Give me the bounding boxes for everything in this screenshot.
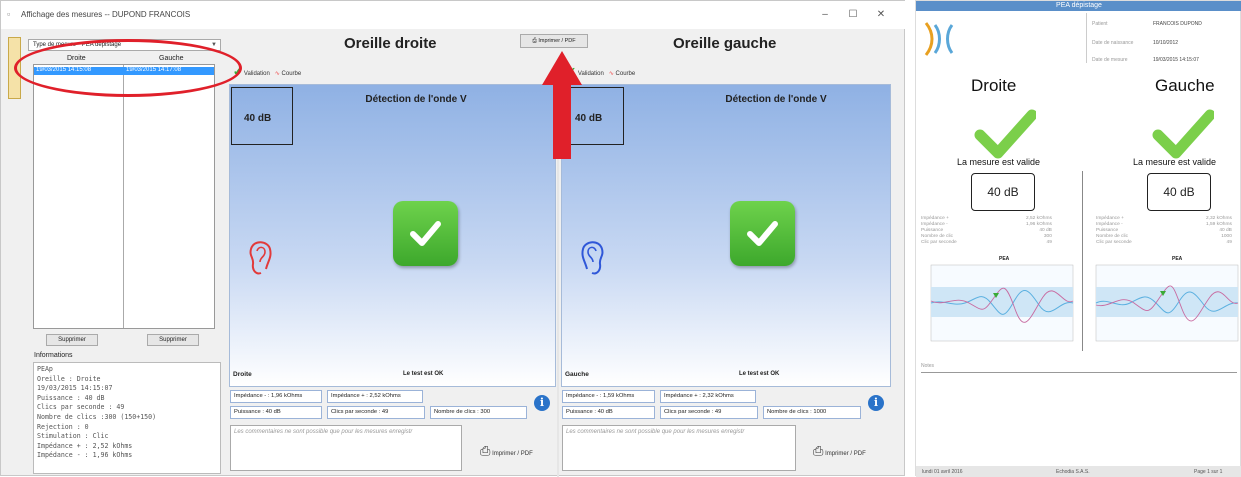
report-right-check-icon [974, 109, 1036, 159]
right-clicks-count-field: Nombre de clics : 300 [430, 406, 527, 419]
left-power-field: Puissance : 40 dB [562, 406, 655, 419]
report-left-valid: La mesure est valide [1133, 157, 1217, 167]
report-footer: lundi 01 avril 2016 Echodia S.A.S. Page … [916, 466, 1241, 477]
delete-left-button[interactable]: Supprimer [147, 334, 199, 346]
left-side-label: Gauche [565, 371, 589, 378]
report-right-stat-values: 2,52 kOhms 1,96 kOhms 40 dB 300 49 [1026, 216, 1052, 245]
printer-icon: ⎙ [532, 38, 537, 44]
measure-date-value: 19/03/2015 14:15:07 [1153, 57, 1199, 63]
report-footer-company: Echodia S.A.S. [1056, 469, 1090, 475]
report-footer-page: Page 1 sur 1 [1194, 469, 1223, 475]
right-ear-tabs: ✓ Validation ∿ Courbe [233, 65, 301, 78]
right-impedance-minus-field: Impédance - : 1,96 kOhms [230, 390, 322, 403]
report-notes-line [921, 372, 1237, 373]
tab-curve-right-label: Courbe [281, 71, 302, 77]
tab-validation-right-label: Validation [243, 71, 270, 77]
patient-value: FRANCOIS DUPOND [1153, 21, 1202, 27]
right-clicks-per-sec-field: Clics par seconde : 49 [327, 406, 425, 419]
left-comment-field[interactable]: Les commentaires ne sont possible que po… [562, 425, 796, 471]
report-left-check-icon [1152, 109, 1214, 159]
printer-icon: ⎙ [813, 443, 824, 458]
app-icon: ▫ [7, 9, 11, 19]
report-right-curve-chart [930, 264, 1074, 342]
top-print-button[interactable]: ⎙ Imprimer / PDF [520, 34, 588, 48]
right-db-box: 40 dB [231, 87, 293, 145]
maximize-button[interactable]: ☐ [839, 7, 867, 23]
report-left-curve-chart [1095, 264, 1239, 342]
report-left-stat-labels: Impédance + Impédance - Puissance Nombre… [1096, 216, 1132, 245]
report-left-db-box: 40 dB [1147, 173, 1211, 211]
right-info-icon[interactable]: i [534, 395, 550, 411]
left-ear-title: Oreille gauche [673, 35, 777, 52]
report-notes-label: Notes [921, 363, 935, 369]
chevron-down-icon: ▼ [211, 42, 217, 48]
birth-label: Date de naissance [1092, 40, 1134, 46]
tab-curve-right[interactable]: ∿ Courbe [275, 71, 301, 77]
tab-curve-left-label: Courbe [615, 71, 636, 77]
report-left-chart-title: PEA [1172, 256, 1183, 262]
report-right-label: Droite [971, 76, 1017, 95]
report-right-db-box: 40 dB [971, 173, 1035, 211]
right-ear-title: Oreille droite [344, 35, 437, 52]
report-left-stat-values: 2,32 kOhms 1,59 kOhms 40 dB 1000 49 [1206, 216, 1232, 245]
list-column-divider [123, 65, 124, 328]
right-ear-icon [249, 241, 272, 275]
info-label: Informations [34, 352, 73, 359]
right-impedance-plus-field: Impédance + : 2,52 kOhms [327, 390, 423, 403]
info-text: PEAp Oreille : Droite 19/03/2015 14:15:0… [33, 362, 221, 474]
tab-curve-left[interactable]: ∿ Courbe [609, 71, 635, 77]
left-print-button[interactable]: ⎙ Imprimer / PDF [813, 443, 866, 459]
left-clicks-per-sec-field: Clics par seconde : 49 [660, 406, 758, 419]
left-info-icon[interactable]: i [868, 395, 884, 411]
curve-icon: ∿ [274, 71, 280, 77]
left-impedance-minus-field: Impédance - : 1,59 kOhms [562, 390, 655, 403]
patient-label: Patient [1092, 21, 1108, 27]
left-ear-icon [581, 241, 604, 275]
title-bar: ▫ Affichage des mesures -- DUPOND FRANCO… [1, 1, 906, 29]
top-print-label: Imprimer / PDF [538, 38, 576, 44]
report-right-valid: La mesure est valide [957, 157, 1041, 167]
report-left-label: Gauche [1155, 76, 1215, 95]
print-report: PEA dépistage Patient FRANCOIS DUPOND Da… [915, 0, 1241, 477]
report-footer-date: lundi 01 avril 2016 [922, 469, 963, 475]
right-print-label: Imprimer / PDF [492, 451, 533, 457]
company-logo-icon [924, 22, 954, 56]
minimize-button[interactable]: – [811, 7, 839, 23]
left-print-label: Imprimer / PDF [825, 451, 866, 457]
left-result-label: Le test est OK [739, 371, 780, 377]
measures-window: ▫ Affichage des mesures -- DUPOND FRANCO… [0, 0, 906, 477]
right-result-label: Le test est OK [403, 371, 444, 377]
right-valid-check-icon [393, 201, 458, 266]
measure-list[interactable]: 19/03/2015 14:15:08 19/03/2015 14:17:08 [33, 64, 215, 329]
left-panel-title: Détection de l'onde V [725, 94, 827, 105]
report-header: PEA dépistage [916, 1, 1241, 11]
report-right-chart-title: PEA [999, 256, 1010, 262]
birth-value: 10/10/2012 [1153, 40, 1179, 46]
report-meta-divider [1086, 13, 1087, 63]
measure-date-label: Date de mesure [1092, 57, 1128, 63]
left-impedance-plus-field: Impédance + : 2,32 kOhms [660, 390, 756, 403]
close-button[interactable]: ✕ [867, 7, 895, 23]
left-clicks-count-field: Nombre de clics : 1000 [763, 406, 861, 419]
right-print-button[interactable]: ⎙ Imprimer / PDF [480, 443, 533, 459]
window-title: Affichage des mesures -- DUPOND FRANCOIS [21, 10, 191, 19]
annotation-arrow-icon [542, 51, 582, 159]
left-valid-check-icon [730, 201, 795, 266]
delete-right-button[interactable]: Supprimer [46, 334, 98, 346]
right-side-label: Droite [233, 371, 252, 378]
right-power-field: Puissance : 40 dB [230, 406, 322, 419]
report-column-divider [1082, 171, 1083, 351]
printer-icon: ⎙ [480, 443, 491, 458]
report-right-stat-labels: Impédance + Impédance - Puissance Nombre… [921, 216, 957, 245]
right-panel-title: Détection de l'onde V [365, 94, 467, 105]
curve-icon: ∿ [608, 71, 614, 77]
right-comment-field[interactable]: Les commentaires ne sont possible que po… [230, 425, 462, 471]
annotation-oval [14, 39, 242, 97]
